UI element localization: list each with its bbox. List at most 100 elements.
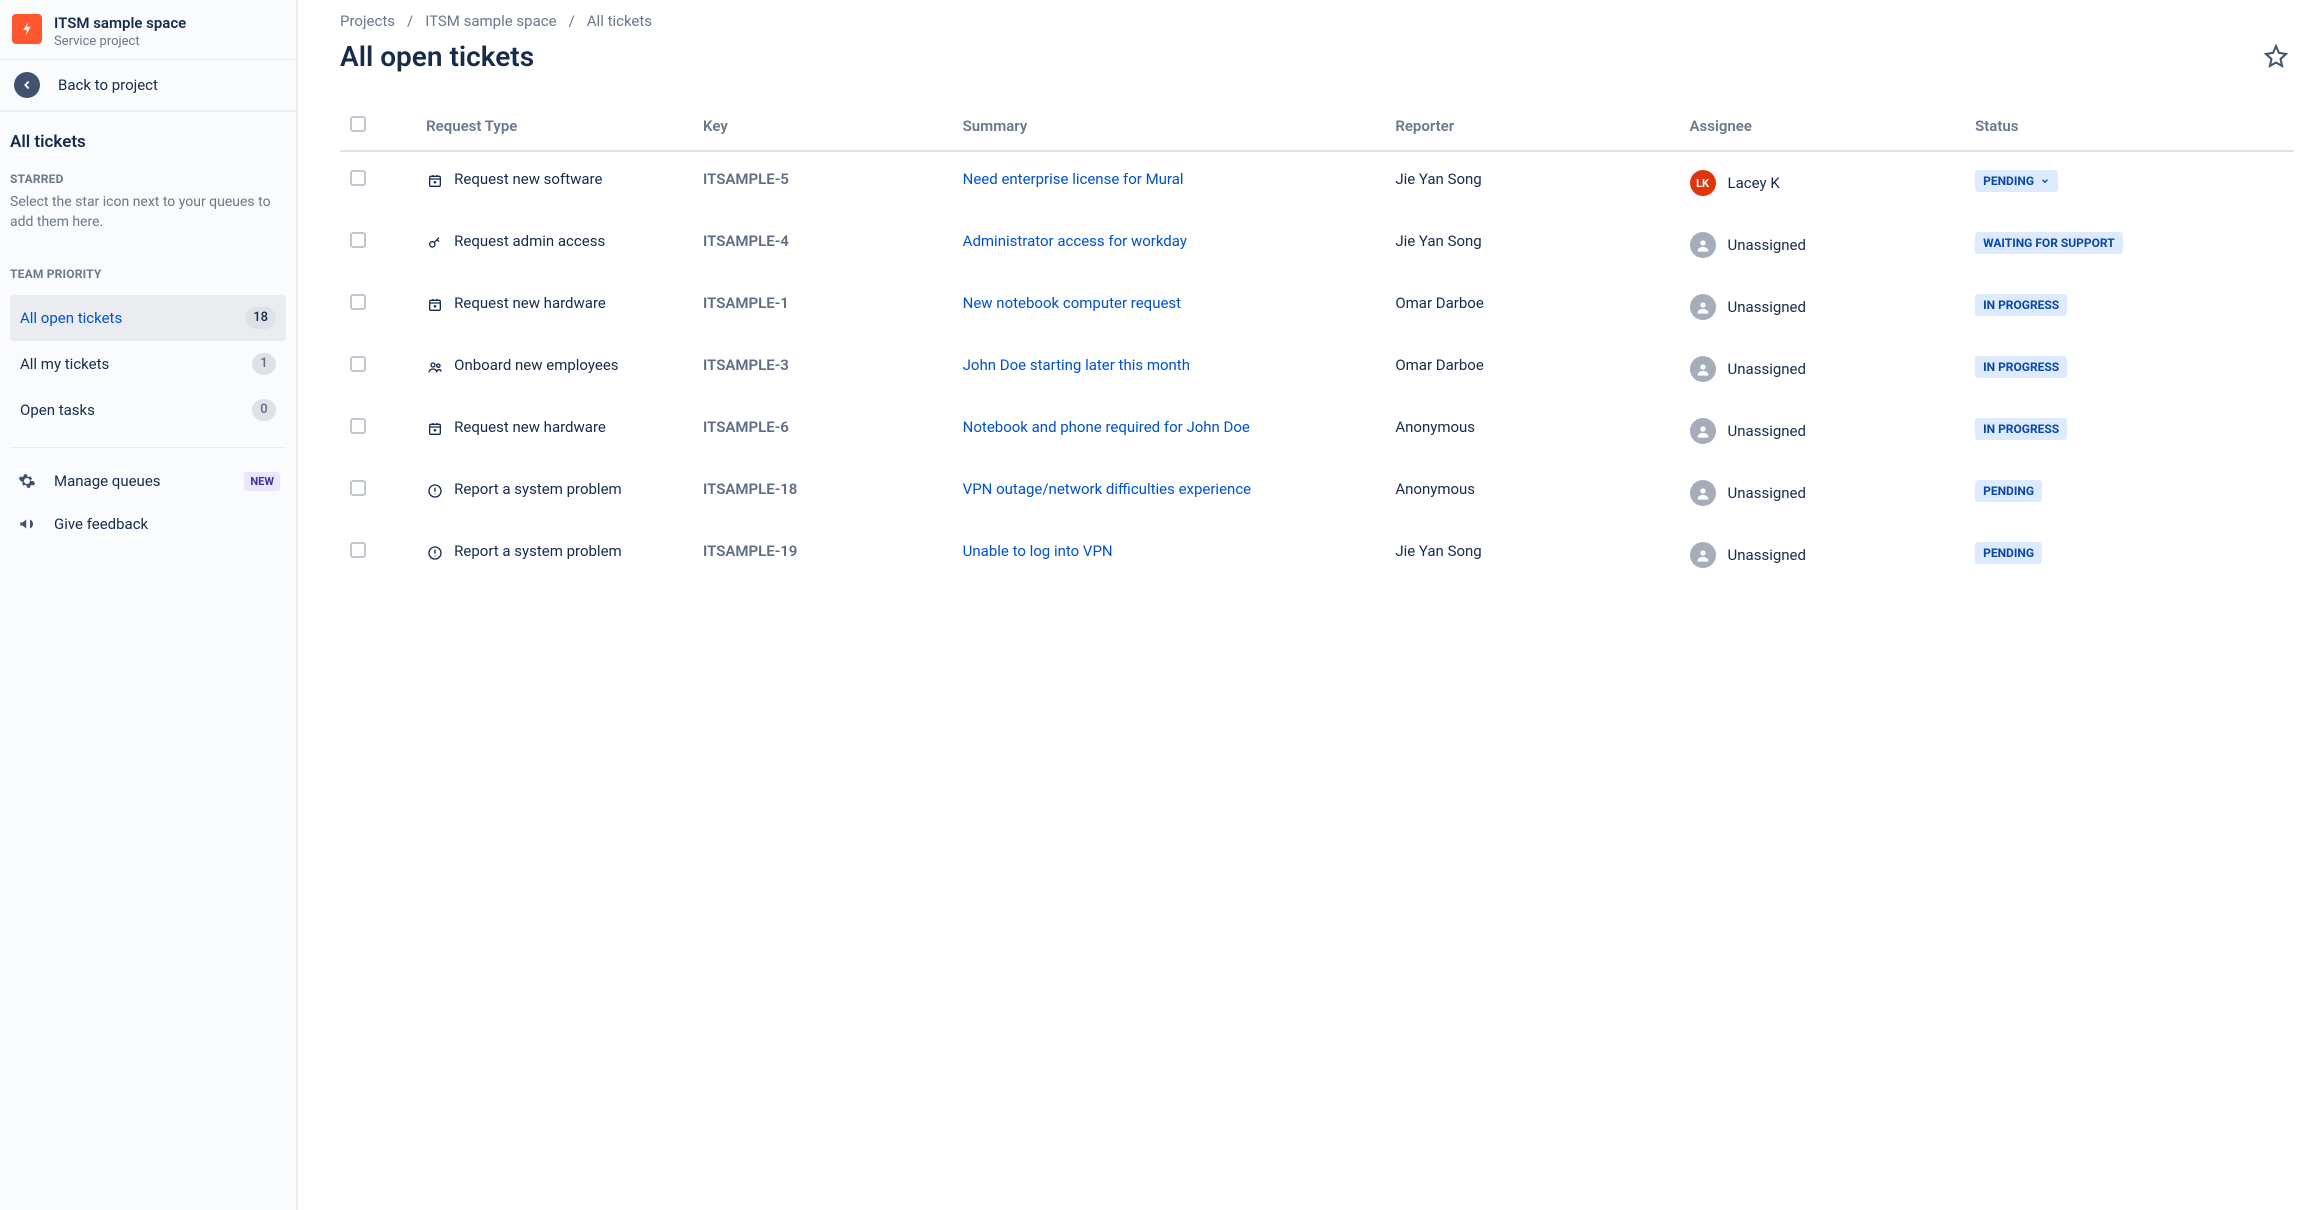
add-app-icon — [426, 420, 444, 438]
status-badge[interactable]: PENDING — [1975, 480, 2042, 502]
breadcrumb-projects[interactable]: Projects — [340, 12, 395, 30]
queue-list: All open tickets18All my tickets1Open ta… — [10, 295, 286, 433]
breadcrumb-current[interactable]: All tickets — [587, 12, 652, 30]
row-checkbox[interactable] — [350, 170, 366, 186]
sidebar-queue-item[interactable]: All my tickets1 — [10, 341, 286, 387]
feedback-label: Give feedback — [54, 515, 148, 533]
request-type-text: Report a system problem — [454, 542, 622, 560]
request-type-text: Request admin access — [454, 232, 605, 250]
col-key[interactable]: Key — [693, 108, 953, 151]
ticket-summary-link[interactable]: Unable to log into VPN — [963, 542, 1113, 560]
assignee-cell[interactable]: Unassigned — [1690, 294, 1956, 320]
star-button[interactable] — [2258, 38, 2294, 74]
table-row: Request new hardwareITSAMPLE-1New notebo… — [340, 276, 2294, 338]
breadcrumb-separator: / — [569, 12, 575, 30]
sidebar-queue-item[interactable]: All open tickets 18 — [10, 295, 286, 341]
reporter-name: Jie Yan Song — [1395, 170, 1481, 188]
ticket-key[interactable]: ITSAMPLE-5 — [703, 170, 789, 188]
table-row: Request new hardware ITSAMPLE-6 Notebook a… — [340, 400, 2294, 462]
assignee-name: Unassigned — [1728, 484, 1806, 502]
queue-count: 1 — [252, 353, 276, 375]
queue-label: Open tasks — [20, 401, 95, 419]
row-checkbox[interactable] — [350, 232, 366, 248]
status-text: IN PROGRESS — [1983, 298, 2059, 312]
project-logo-icon — [12, 14, 42, 44]
assignee-cell[interactable]: Unassigned — [1690, 356, 1956, 382]
assignee-name: Unassigned — [1728, 298, 1806, 316]
request-type-text: Report a system problem — [454, 480, 622, 498]
table-row: Request admin access ITSAMPLE-4 Administra… — [340, 214, 2294, 276]
col-reporter[interactable]: Reporter — [1385, 108, 1679, 151]
col-status[interactable]: Status — [1965, 108, 2294, 151]
give-feedback-button[interactable]: Give feedback — [8, 503, 288, 545]
ticket-key[interactable]: ITSAMPLE-6 — [703, 418, 789, 436]
assignee-cell[interactable]: LKLacey K — [1690, 170, 1956, 196]
status-badge[interactable]: IN PROGRESS — [1975, 294, 2067, 316]
new-badge: NEW — [244, 472, 280, 491]
alert-icon — [426, 544, 444, 562]
avatar — [1690, 356, 1716, 382]
ticket-summary-link[interactable]: Administrator access for workday — [963, 232, 1187, 250]
breadcrumb-space[interactable]: ITSM sample space — [425, 12, 556, 30]
request-type-text: Onboard new employees — [454, 356, 618, 374]
status-text: PENDING — [1983, 484, 2034, 498]
ticket-key[interactable]: ITSAMPLE-3 — [703, 356, 789, 374]
ticket-key[interactable]: ITSAMPLE-19 — [703, 542, 797, 560]
select-all-checkbox[interactable] — [350, 116, 366, 132]
avatar — [1690, 542, 1716, 568]
ticket-key[interactable]: ITSAMPLE-4 — [703, 232, 789, 250]
reporter-name: Anonymous — [1395, 418, 1475, 436]
status-text: PENDING — [1983, 546, 2034, 560]
manage-queues-label: Manage queues — [54, 472, 161, 490]
row-checkbox[interactable] — [350, 294, 366, 310]
ticket-key[interactable]: ITSAMPLE-1 — [703, 294, 789, 312]
row-checkbox[interactable] — [350, 418, 366, 434]
page-title: All open tickets — [340, 40, 534, 73]
sidebar: ITSM sample space Service project Back t… — [0, 0, 298, 1210]
breadcrumb-separator: / — [407, 12, 413, 30]
status-badge[interactable]: IN PROGRESS — [1975, 356, 2067, 378]
status-text: PENDING — [1983, 174, 2034, 188]
assignee-cell[interactable]: Unassigned — [1690, 418, 1956, 444]
tickets-table: Request Type Key Summary Reporter Assign… — [340, 108, 2294, 586]
queue-label: All open tickets — [20, 309, 122, 327]
assignee-name: Unassigned — [1728, 546, 1806, 564]
col-summary[interactable]: Summary — [953, 108, 1386, 151]
row-checkbox[interactable] — [350, 542, 366, 558]
reporter-name: Anonymous — [1395, 480, 1475, 498]
assignee-cell[interactable]: Unassigned — [1690, 232, 1956, 258]
status-badge[interactable]: WAITING FOR SUPPORT — [1975, 232, 2123, 254]
breadcrumb: Projects / ITSM sample space / All ticke… — [340, 12, 2294, 30]
assignee-name: Unassigned — [1728, 422, 1806, 440]
row-checkbox[interactable] — [350, 356, 366, 372]
ticket-summary-link[interactable]: John Doe starting later this month — [963, 356, 1190, 374]
table-row: Report a system problem ITSAMPLE-19 Unable… — [340, 524, 2294, 586]
ticket-summary-link[interactable]: VPN outage/network difficulties experien… — [963, 480, 1251, 498]
queue-count: 0 — [252, 399, 276, 421]
starred-heading: STARRED — [10, 166, 286, 192]
request-type-text: Request new hardware — [454, 418, 606, 436]
gear-icon — [16, 472, 38, 490]
ticket-summary-link[interactable]: Notebook and phone required for John Doe — [963, 418, 1250, 436]
status-badge[interactable]: IN PROGRESS — [1975, 418, 2067, 440]
back-to-project-button[interactable]: Back to project — [0, 59, 296, 112]
ticket-summary-link[interactable]: Need enterprise license for Mural — [963, 170, 1184, 188]
col-request-type[interactable]: Request Type — [416, 108, 693, 151]
request-type-text: Request new software — [454, 170, 602, 188]
ticket-key[interactable]: ITSAMPLE-18 — [703, 480, 797, 498]
assignee-cell[interactable]: Unassigned — [1690, 542, 1956, 568]
avatar: LK — [1690, 170, 1716, 196]
manage-queues-button[interactable]: Manage queues NEW — [8, 460, 288, 503]
queue-count: 18 — [245, 307, 276, 329]
sidebar-project-header[interactable]: ITSM sample space Service project — [0, 0, 296, 59]
row-checkbox[interactable] — [350, 480, 366, 496]
status-badge[interactable]: PENDING — [1975, 542, 2042, 564]
star-icon — [2264, 44, 2288, 68]
col-assignee[interactable]: Assignee — [1680, 108, 1966, 151]
avatar — [1690, 232, 1716, 258]
assignee-cell[interactable]: Unassigned — [1690, 480, 1956, 506]
sidebar-queue-item[interactable]: Open tasks 0 — [10, 387, 286, 433]
ticket-summary-link[interactable]: New notebook computer request — [963, 294, 1181, 312]
group-icon — [426, 358, 444, 376]
status-badge[interactable]: PENDING — [1975, 170, 2058, 192]
